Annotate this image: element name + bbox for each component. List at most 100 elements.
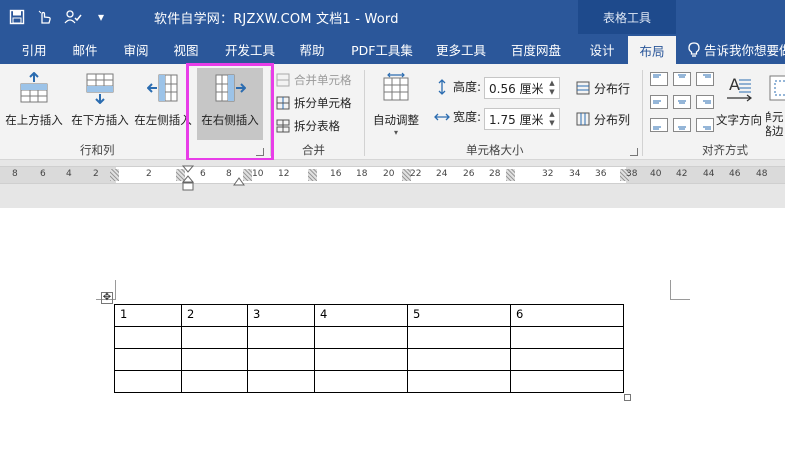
tab-table-design[interactable]: 设计 [580,34,624,64]
ruler-tick: 6 [40,169,46,179]
table-cell[interactable] [407,370,511,393]
customize-qat-button[interactable]: ▾ [90,6,112,28]
autofit-button[interactable]: 自动调整 ▾ [368,68,424,140]
table-cell[interactable] [510,326,624,349]
touch-mode-button[interactable] [34,6,56,28]
distribute-rows-button[interactable]: 分布行 [576,78,630,98]
cell-margins-icon [769,75,785,101]
row-height-value: 0.56 厘米 [489,81,544,96]
table-row [114,348,624,371]
merge-cells-button[interactable]: 合并单元格 [276,70,352,90]
split-cells-label: 拆分单元格 [294,96,352,110]
ruler-tick: 26 [463,169,475,179]
align-middle-right-icon[interactable] [696,95,714,109]
ruler-tick: 8 [12,169,18,179]
table-cell[interactable] [510,348,624,371]
table-cell[interactable] [314,326,408,349]
ruler-tick: 20 [383,169,395,179]
tab-mailings[interactable]: 邮件 [64,34,106,64]
document-canvas[interactable]: ✥ 1 2 3 4 5 6 [0,208,785,472]
tab-table-layout[interactable]: 布局 [628,36,676,64]
align-middle-center-icon[interactable] [673,95,691,109]
insert-above-button[interactable]: 在上方插入 [2,68,66,140]
cell-size-dialog-launcher[interactable] [630,148,638,156]
split-table-button[interactable]: 拆分表格 [276,116,340,136]
ruler-tick: 44 [703,169,715,179]
table-resize-handle[interactable] [624,394,631,401]
ruler-tick: 8 [226,169,232,179]
align-middle-left-icon[interactable] [650,95,668,109]
row-height-input[interactable]: 0.56 厘米 ▲ ▼ [484,77,560,99]
group-separator [364,70,365,156]
svg-text:A: A [729,75,740,94]
tab-help[interactable]: 帮助 [292,34,332,64]
distribute-rows-label: 分布行 [594,81,631,96]
ruler-area: 8 6 4 2 2 6 8 10 12 16 18 20 22 24 26 28… [0,160,785,208]
split-table-icon [276,119,290,133]
table-cell[interactable] [247,348,315,371]
row-height-spinner-icon[interactable]: ▲ ▼ [547,79,557,97]
cell-margins-button[interactable]: 单元格边距 [766,68,785,140]
table-cell[interactable] [114,326,182,349]
align-bottom-right-icon[interactable] [696,118,714,132]
distribute-columns-button[interactable]: 分布列 [576,109,630,129]
insert-left-button[interactable]: 在左侧插入 [132,68,194,140]
right-indent-marker-icon[interactable] [232,176,246,186]
ruler-tick: 12 [278,169,290,179]
document-table[interactable]: 1 2 3 4 5 6 [114,304,624,393]
tab-view[interactable]: 视图 [166,34,206,64]
table-cell[interactable] [181,348,248,371]
align-bottom-center-icon[interactable] [673,118,691,132]
hanging-indent-marker-icon[interactable] [178,164,198,192]
tab-review[interactable]: 审阅 [116,34,156,64]
ruler-tick: 4 [66,169,72,179]
table-cell[interactable] [181,326,248,349]
table-cell[interactable] [510,370,624,393]
table-cell[interactable] [247,326,315,349]
align-top-left-icon[interactable] [650,72,668,86]
tab-more-tools[interactable]: 更多工具 [430,34,492,64]
table-cell[interactable]: 5 [407,304,511,327]
ruler-column-marker[interactable] [110,169,119,181]
tell-me-search[interactable]: 告诉我你想要做 [688,34,785,64]
table-cell[interactable] [407,348,511,371]
ruler-column-marker[interactable] [506,169,515,181]
horizontal-ruler[interactable]: 8 6 4 2 2 6 8 10 12 16 18 20 22 24 26 28… [0,166,785,184]
align-top-right-icon[interactable] [696,72,714,86]
table-cell[interactable]: 1 [114,304,182,327]
table-cell[interactable] [407,326,511,349]
table-cell[interactable]: 3 [247,304,315,327]
split-cells-button[interactable]: 拆分单元格 [276,93,352,113]
column-width-input[interactable]: 1.75 厘米 ▲ ▼ [484,108,560,130]
autofit-dropdown-arrow-icon: ▾ [393,128,398,137]
column-width-spinner-icon[interactable]: ▲ ▼ [547,110,557,128]
table-cell[interactable] [247,370,315,393]
table-cell[interactable] [314,348,408,371]
table-cell[interactable]: 6 [510,304,624,327]
height-label-text: 高度: [453,80,482,94]
ruler-column-marker[interactable] [308,169,317,181]
align-top-center-icon[interactable] [673,72,691,86]
accessibility-check-button[interactable] [62,6,84,28]
tab-references[interactable]: 引用 [14,34,54,64]
tab-pdf-tools[interactable]: PDF工具集 [344,34,420,64]
text-direction-button[interactable]: A 文字方向 [714,68,764,140]
save-button[interactable] [6,6,28,28]
table-cell[interactable]: 4 [314,304,408,327]
tab-baidu-netdisk[interactable]: 百度网盘 [504,34,568,64]
title-bar: ▾ 软件自学网：RJZXW.COM 文档1 - Word 表格工具 [0,0,785,34]
ruler-tick: 34 [569,169,581,179]
align-bottom-left-icon[interactable] [650,118,668,132]
table-move-handle-icon[interactable]: ✥ [101,292,113,304]
distribute-rows-icon [576,81,590,95]
table-cell[interactable] [114,348,182,371]
table-cell[interactable] [181,370,248,393]
ruler-tick: 48 [756,169,768,179]
table-cell[interactable] [314,370,408,393]
insert-below-button[interactable]: 在下方插入 [68,68,132,140]
autofit-icon [383,72,409,101]
table-cell[interactable]: 2 [181,304,248,327]
insert-above-label: 在上方插入 [5,113,63,127]
table-cell[interactable] [114,370,182,393]
tab-developer[interactable]: 开发工具 [218,34,282,64]
